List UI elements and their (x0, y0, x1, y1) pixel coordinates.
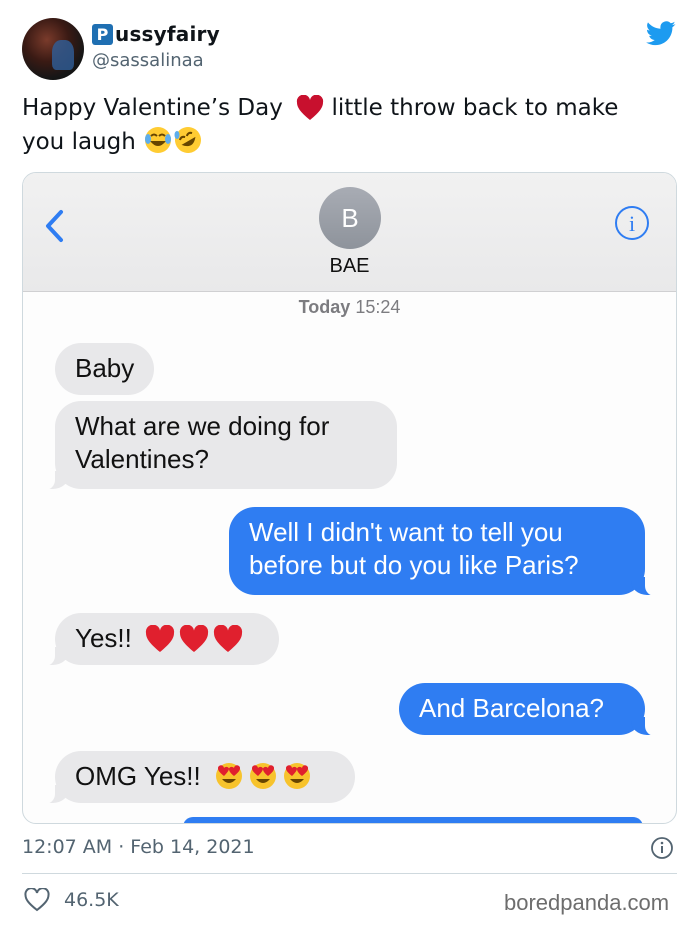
divider (22, 873, 677, 874)
like-heart-icon (24, 888, 50, 912)
like-button[interactable]: 46.5K (24, 888, 119, 912)
media-screenshot[interactable]: B BAE i Today 15:24 Baby What are we doi… (22, 172, 677, 824)
author-handle[interactable]: @sassalinaa (92, 50, 204, 71)
like-count: 46.5K (64, 889, 119, 911)
message-bubble: And Barcelona? (399, 683, 659, 736)
heart-eyes-emoji (214, 761, 312, 791)
author-display-name[interactable]: ussyfairy (115, 22, 220, 46)
date-label: Today (298, 297, 351, 317)
message-text: Well I didn't want to tell you before bu… (249, 517, 579, 580)
tweet-text-part1: Happy Valentine’s Day (22, 95, 283, 121)
heart-emoji (297, 95, 324, 120)
message-bubble: Well I didn't want to tell you before bu… (229, 507, 659, 596)
red-hearts-emoji (145, 625, 243, 653)
tweet-text: Happy Valentine’s Day little throw back … (22, 92, 662, 159)
svg-text:i: i (629, 211, 635, 236)
message-text: And Barcelona? (419, 693, 605, 723)
back-chevron-icon (46, 210, 63, 242)
message-bubble: OMG Yes!! (41, 751, 355, 804)
conversation-timestamp: Today 15:24 (23, 297, 676, 318)
name-badge: P (92, 23, 113, 45)
message-text: Baby (75, 353, 135, 383)
info-icon[interactable] (650, 836, 674, 860)
time-label: 15:24 (355, 297, 401, 317)
watermark: boredpanda.com (504, 890, 670, 915)
rofl-emoji (174, 127, 202, 153)
author-name-row[interactable]: P ussyfairy (92, 22, 220, 46)
contact-name: BAE (329, 255, 370, 277)
laughing-emoji (145, 127, 172, 153)
message-text: Yes!! (75, 623, 132, 653)
message-text: What are we doing for Valentines? (75, 411, 330, 474)
author-avatar[interactable] (22, 18, 84, 80)
chat-header: B BAE i (23, 173, 676, 292)
message-bubble: Baby (55, 343, 155, 395)
tweet-timestamp[interactable]: 12:07 AM · Feb 14, 2021 (22, 836, 255, 858)
message-text: OMG Yes!! (75, 761, 201, 791)
info-icon: i (615, 206, 649, 240)
partial-message-bubble (183, 817, 643, 823)
message-bubble: Yes!! (41, 613, 279, 666)
twitter-bird-icon[interactable] (644, 18, 678, 48)
message-bubble: What are we doing for Valentines? (41, 401, 397, 490)
contact-avatar: B (319, 187, 381, 249)
